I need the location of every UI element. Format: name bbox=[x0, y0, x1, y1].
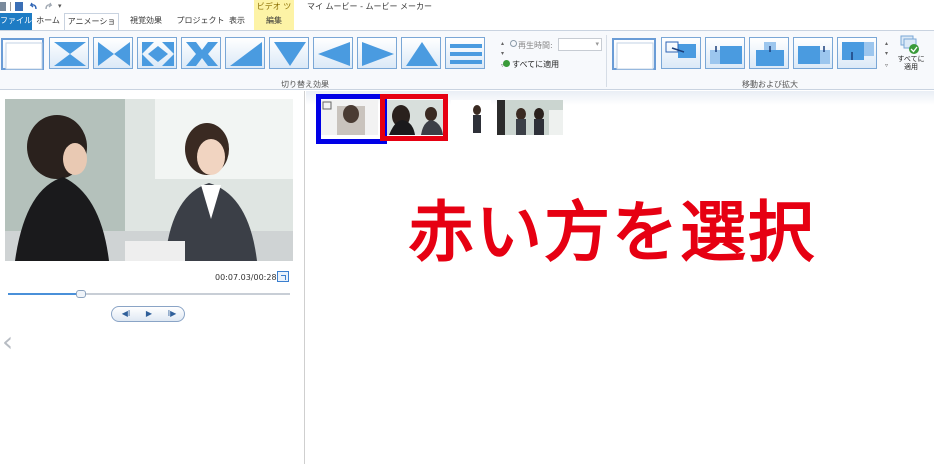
tab-edit[interactable]: 編集 bbox=[254, 13, 294, 30]
seek-bar[interactable] bbox=[8, 290, 290, 298]
dropdown-icon[interactable]: ▾ bbox=[58, 2, 65, 11]
preview-frame-image bbox=[5, 99, 293, 261]
panzoom-apply-all-icon[interactable] bbox=[900, 35, 920, 55]
transition-x-cross[interactable] bbox=[181, 37, 221, 69]
transition-bow-tie[interactable] bbox=[93, 37, 133, 69]
tab-home[interactable]: ホーム bbox=[34, 13, 62, 30]
chevron-left-icon[interactable]: ‹ bbox=[2, 325, 13, 358]
instruction-callout: 赤い方を選択 bbox=[405, 191, 817, 274]
redo-icon[interactable] bbox=[44, 2, 53, 11]
instruction-text: 赤い方を選択 bbox=[408, 194, 816, 271]
chevron-down-icon: ▾ bbox=[595, 40, 599, 48]
tab-visual-effects[interactable]: 視覚効果 bbox=[121, 13, 171, 30]
tab-animations[interactable]: アニメーション bbox=[64, 13, 119, 42]
transition-bars[interactable] bbox=[445, 37, 485, 69]
duration-icon bbox=[510, 40, 517, 47]
blue-highlight-box bbox=[316, 94, 387, 144]
panzoom-scroll-up-icon[interactable]: ▴ bbox=[883, 39, 890, 48]
save-icon[interactable] bbox=[15, 2, 23, 11]
gallery-scroll-up-icon[interactable]: ▴ bbox=[499, 39, 506, 48]
gallery-scroll-down-icon[interactable]: ▾ bbox=[499, 49, 506, 58]
clip-thumbnail[interactable] bbox=[497, 100, 563, 135]
transition-none[interactable] bbox=[1, 38, 44, 70]
transition-arrow-right[interactable] bbox=[357, 37, 397, 69]
red-highlight-box bbox=[380, 94, 448, 141]
tab-project[interactable]: プロジェクト bbox=[173, 13, 228, 30]
movie-maker-window: ▾ ビデオ ツール マイ ムービー - ムービー メーカー ファイル ホーム ア… bbox=[0, 0, 934, 464]
title-bar: ▾ ビデオ ツール マイ ムービー - ムービー メーカー bbox=[0, 0, 934, 24]
panzoom-pan-up-left[interactable] bbox=[705, 37, 745, 69]
panzoom-none[interactable] bbox=[612, 38, 656, 70]
tab-file[interactable]: ファイル bbox=[0, 13, 32, 30]
transition-diamond[interactable] bbox=[137, 37, 177, 69]
previous-frame-button[interactable]: ◀I bbox=[115, 308, 137, 320]
video-tools-context-title: ビデオ ツール bbox=[254, 0, 294, 24]
transition-diagonal-wipe[interactable] bbox=[225, 37, 265, 69]
divider bbox=[10, 2, 11, 11]
transition-arrow-left[interactable] bbox=[313, 37, 353, 69]
app-icon bbox=[0, 2, 6, 11]
panzoom-scroll-down-icon[interactable]: ▾ bbox=[883, 49, 890, 58]
play-button[interactable]: ▶ bbox=[138, 308, 160, 320]
seek-bar-progress bbox=[8, 293, 82, 295]
ribbon-tabs: ファイル ホーム アニメーション 視覚効果 プロジェクト 表示 編集 bbox=[0, 13, 934, 42]
undo-icon[interactable] bbox=[29, 2, 38, 11]
next-frame-button[interactable]: I▶ bbox=[161, 308, 183, 320]
panzoom-pan-up[interactable] bbox=[749, 37, 789, 69]
panzoom-apply-all-button[interactable]: すべてに適用 bbox=[896, 55, 926, 71]
preview-panel: 00:07.03/00:28.00 ◀I ▶ I▶ ‹ bbox=[0, 91, 305, 464]
ribbon: ▴ ▾ ▿ 再生時間: ▾ すべてに適用 切り替え効果 ▴ ▾ ▿ すべてに適用… bbox=[0, 30, 934, 90]
panzoom-group-label: 移動および拡大 bbox=[742, 80, 798, 89]
video-preview[interactable] bbox=[5, 99, 293, 261]
playback-controls: ◀I ▶ I▶ bbox=[111, 306, 185, 322]
tab-view[interactable]: 表示 bbox=[226, 13, 248, 30]
panzoom-expand-icon[interactable]: ▿ bbox=[883, 61, 890, 70]
panzoom-zoom-pan[interactable] bbox=[661, 37, 701, 69]
duration-label: 再生時間: bbox=[518, 41, 553, 50]
storyboard: 赤い方を選択 bbox=[306, 91, 934, 464]
seek-thumb[interactable] bbox=[76, 290, 87, 298]
transitions-group-label: 切り替え効果 bbox=[281, 80, 329, 89]
transition-triangle-up[interactable] bbox=[401, 37, 441, 69]
clip-thumbnail[interactable] bbox=[451, 100, 491, 135]
apply-all-transitions-button[interactable]: すべてに適用 bbox=[512, 59, 559, 70]
apply-all-icon bbox=[503, 60, 510, 67]
transition-triangle-down[interactable] bbox=[269, 37, 309, 69]
panzoom-pan-up-right[interactable] bbox=[793, 37, 833, 69]
transition-wipe-triangles[interactable] bbox=[49, 37, 89, 69]
duration-select[interactable]: ▾ bbox=[558, 38, 602, 51]
window-title: マイ ムービー - ムービー メーカー bbox=[307, 2, 433, 11]
panzoom-pan-down[interactable] bbox=[837, 37, 877, 69]
fullscreen-icon[interactable] bbox=[277, 271, 289, 282]
group-divider bbox=[606, 35, 607, 87]
